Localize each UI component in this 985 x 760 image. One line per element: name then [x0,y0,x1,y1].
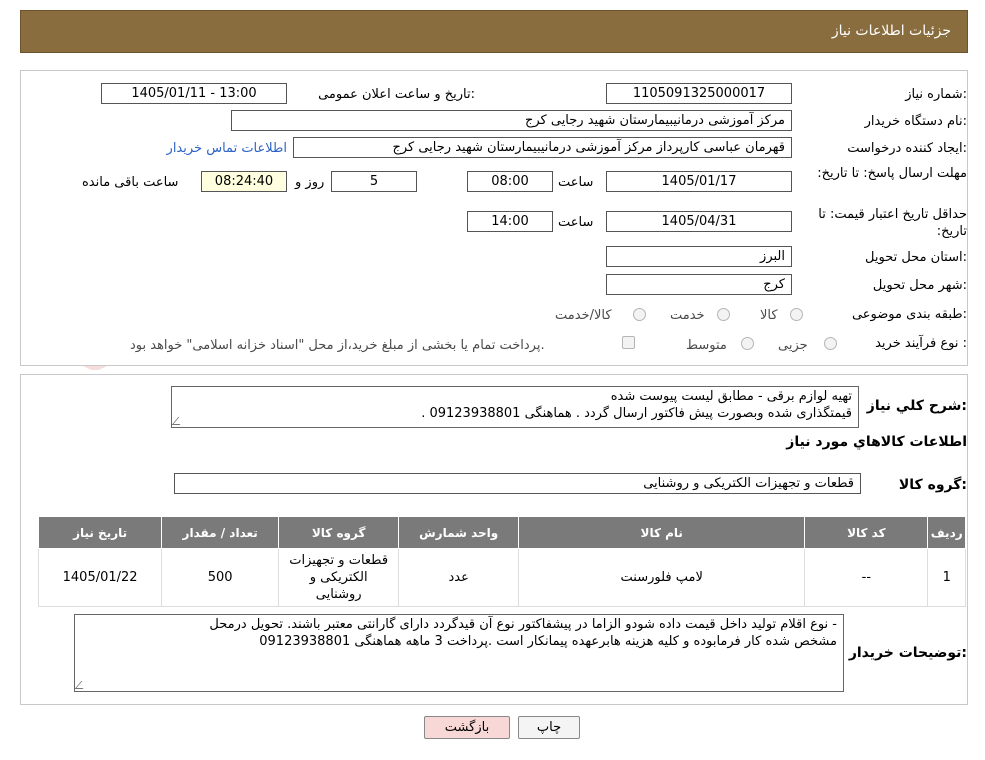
goods-info-title: اطلاعات کالاهاي مورد نياز [786,434,967,450]
cell-index: 1 [927,548,966,607]
buyer-notes-line-2: مشخص شده کار فرمابوده و کلیه هزینه هابرع… [259,634,837,649]
buyer-org-label: نام دستگاه خریدار: [864,114,967,129]
table-row[interactable]: 1 -- لامپ فلورسنت عدد قطعات و تجهیزات ال… [37,548,966,607]
deadline-date-field: 1405/01/17 [606,171,792,192]
validity-date-field: 1405/04/31 [606,211,792,232]
col-name-header: نام کالا [518,516,806,549]
city-label: شهر محل تحویل: [872,278,967,293]
cell-date: 1405/01/22 [37,548,163,607]
process-partial-radio[interactable] [824,337,837,350]
table-header-row: ردیف کد کالا نام کالا واحد شمارش گروه کا… [37,516,966,549]
city-field: کرج [606,274,792,295]
print-button[interactable]: چاپ [518,716,580,739]
col-code-header: کد کالا [804,516,929,549]
need-number-field: 1105091325000017 [606,83,792,104]
category-both-radio[interactable] [633,308,646,321]
process-medium-label: متوسط [686,338,727,353]
process-medium-radio[interactable] [741,337,754,350]
process-label: نوع فرآیند خرید : [875,336,967,351]
province-label: استان محل تحویل: [865,250,967,265]
category-goods-radio[interactable] [790,308,803,321]
col-date-header: تاریخ نیاز [37,516,163,549]
validity-time-field: 14:00 [467,211,553,232]
col-group-header: گروه کالا [278,516,400,549]
buyer-notes-textarea[interactable]: - نوع اقلام تولید داخل قیمت داده شودو ال… [74,614,844,692]
back-button[interactable]: بازگشت [424,716,510,739]
cell-code: -- [804,548,929,607]
process-partial-label: جزیی [778,338,808,353]
treasury-checkbox[interactable] [622,336,635,349]
summary-textarea[interactable]: تهیه لوازم برقی - مطابق لیست پیوست شده ق… [171,386,859,428]
buyer-notes-label: توضیحات خریدار: [848,645,967,661]
summary-line-2: قیمتگذاری شده وبصورت پیش فاکتور ارسال گر… [421,406,852,421]
category-service-radio[interactable] [717,308,730,321]
announce-field: 1405/01/11 - 13:00 [101,83,287,104]
announce-label: تاریخ و ساعت اعلان عمومی: [318,87,475,102]
resize-grip-icon[interactable] [75,681,90,689]
validity-label: حداقل تاریخ اعتبار قیمت: تا تاریخ: [818,207,967,239]
category-goods-label: کالا [760,308,778,323]
goods-group-field: قطعات و تجهیزات الکتریکی و روشنایی [174,473,861,494]
deadline-label: مهلت ارسال پاسخ: تا تاریخ: [817,166,967,181]
cell-unit: عدد [398,548,520,607]
items-table: ردیف کد کالا نام کالا واحد شمارش گروه کا… [37,516,966,607]
category-both-label: کالا/خدمت [555,308,612,323]
deadline-time-word: ساعت [558,175,594,190]
col-index-header: ردیف [927,516,966,549]
creator-label: ایجاد کننده درخواست: [847,141,967,156]
remaining-time-field: 08:24:40 [201,171,287,192]
cell-qty: 500 [161,548,280,607]
page-title: جزئیات اطلاعات نیاز [831,23,951,39]
summary-line-1: تهیه لوازم برقی - مطابق لیست پیوست شده [610,389,852,404]
category-label: طبقه بندی موضوعی: [851,307,967,322]
need-number-label: شماره نیاز: [905,87,967,102]
col-qty-header: تعداد / مقدار [161,516,280,549]
summary-label: شرح کلي نياز: [866,398,967,414]
col-unit-header: واحد شمارش [398,516,520,549]
page-header: جزئیات اطلاعات نیاز [20,10,968,53]
remaining-word: ساعت باقی مانده [82,175,179,190]
category-service-label: خدمت [670,308,705,323]
buyer-notes-line-1: - نوع اقلام تولید داخل قیمت داده شودو ال… [209,617,837,632]
province-field: البرز [606,246,792,267]
validity-time-word: ساعت [558,215,594,230]
creator-field: قهرمان عباسی کارپرداز مرکز آموزشی درمانی… [293,137,792,158]
cell-name: لامپ فلورسنت [518,548,806,607]
deadline-time-field: 08:00 [467,171,553,192]
days-word: روز و [295,175,325,190]
cell-group: قطعات و تجهیزات الکتریکی و روشنایی [278,548,400,607]
treasury-note: پرداخت تمام یا بخشی از مبلغ خرید،از محل … [130,338,545,353]
days-field: 5 [331,171,417,192]
goods-group-label: گروه کالا: [898,477,967,493]
buyer-org-field: مرکز آموزشی درمانیبیمارستان شهید رجایی ک… [231,110,792,131]
buyer-contact-link[interactable]: اطلاعات تماس خریدار [167,141,287,156]
